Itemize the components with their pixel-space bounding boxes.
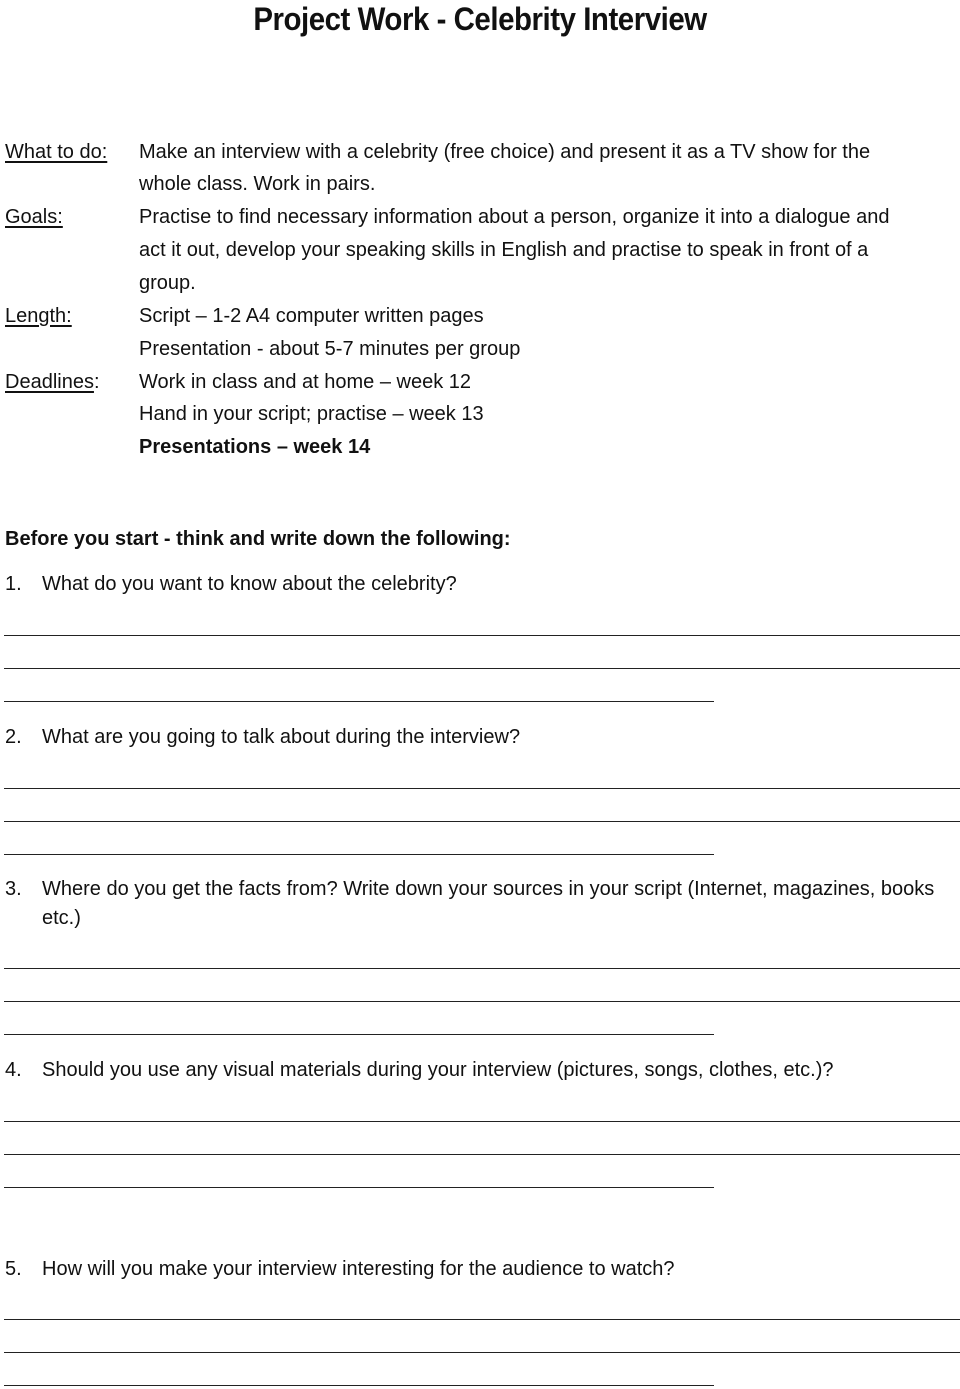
question-3: 3. Where do you get the facts from? Writ… [5,875,955,933]
goals-line-2: act it out, develop your speaking skills… [139,239,869,261]
deadlines-label-row: Deadlines: [5,366,100,399]
deadlines-line-1: Work in class and at home – week 12 [139,371,472,393]
goals-line-3: group. [139,272,196,294]
question-text: What are you going to talk about during … [42,726,521,748]
deadlines-colon: : [93,371,100,393]
goals-line-1: Practise to find necessary information a… [139,206,890,228]
length-label: Length: [5,305,72,327]
question-number: 1. [5,573,22,595]
question-4: 4. Should you use any visual materials d… [5,1056,955,1085]
question-number: 5. [5,1258,22,1280]
answer-line[interactable] [4,1385,714,1386]
question-number: 4. [5,1059,22,1081]
question-text: How will you make your interview interes… [42,1258,675,1280]
answer-line[interactable] [4,635,960,636]
question-5: 5. How will you make your interview inte… [5,1255,955,1284]
answer-line[interactable] [4,968,960,969]
answer-line[interactable] [4,854,714,855]
question-text: What do you want to know about the celeb… [42,573,457,595]
deadlines-line-3: Presentations – week 14 [139,436,371,458]
page-title: Project Work - Celebrity Interview [253,1,707,37]
goals-label: Goals: [5,206,63,228]
answer-line[interactable] [4,1187,714,1188]
question-number: 2. [5,726,22,748]
answer-line[interactable] [4,1001,960,1002]
answer-line[interactable] [4,1121,960,1122]
question-text: Should you use any visual materials duri… [42,1059,834,1081]
answer-line[interactable] [4,1154,960,1155]
answer-line[interactable] [4,701,714,702]
length-line-2: Presentation - about 5-7 minutes per gro… [139,338,521,360]
answer-line[interactable] [4,1352,960,1353]
answer-line[interactable] [4,1034,714,1035]
question-number: 3. [5,878,22,900]
deadlines-line-2: Hand in your script; practise – week 13 [139,403,484,425]
question-1: 1. What do you want to know about the ce… [5,570,955,599]
what-to-do-label: What to do: [5,141,108,163]
what-to-do-line-1: Make an interview with a celebrity (free… [139,141,871,163]
length-line-1: Script – 1-2 A4 computer written pages [139,305,484,327]
deadlines-label: Deadlines [5,371,94,393]
question-2: 2. What are you going to talk about duri… [5,723,955,752]
answer-line[interactable] [4,788,960,789]
answer-line[interactable] [4,1319,960,1320]
answer-line[interactable] [4,668,960,669]
question-text: Where do you get the facts from? Write d… [42,878,935,929]
what-to-do-line-2: whole class. Work in pairs. [139,173,376,195]
answer-line[interactable] [4,821,960,822]
section-heading: Before you start - think and write down … [5,528,511,550]
